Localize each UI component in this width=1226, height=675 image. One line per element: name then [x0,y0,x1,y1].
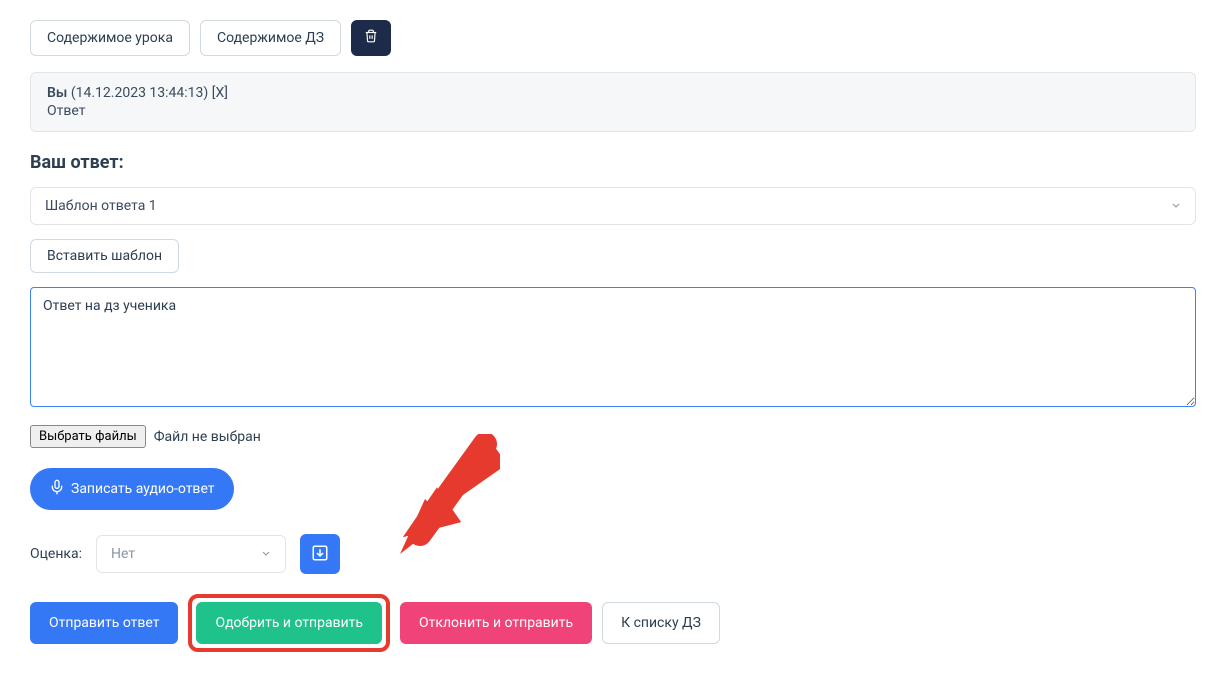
trash-icon [364,29,378,47]
message-author: Вы [47,85,67,101]
response-heading: Ваш ответ: [30,152,1196,173]
lesson-content-button[interactable]: Содержимое урока [30,20,190,56]
record-audio-label: Записать аудио-ответ [71,481,215,497]
send-answer-button[interactable]: Отправить ответ [30,602,178,644]
grade-label: Оценка: [30,546,82,562]
microphone-icon [49,479,65,499]
record-audio-button[interactable]: Записать аудио-ответ [30,468,234,510]
message-delete-marker[interactable]: [X] [212,85,228,101]
message-timestamp: (14.12.2023 13:44:13) [71,85,208,101]
action-row: Отправить ответ Одобрить и отправить Отк… [30,594,1196,652]
save-grade-button[interactable] [300,534,340,574]
template-select-wrap: Шаблон ответа 1 [30,187,1196,225]
highlight-annotation: Одобрить и отправить [188,594,390,652]
to-homework-list-button[interactable]: К списку ДЗ [602,602,720,644]
reject-send-button[interactable]: Отклонить и отправить [400,602,592,644]
top-toolbar: Содержимое урока Содержимое ДЗ [30,20,1196,56]
response-textarea[interactable] [30,287,1196,407]
delete-button[interactable] [351,20,391,56]
homework-content-button[interactable]: Содержимое ДЗ [200,20,341,56]
message-box: Вы (14.12.2023 13:44:13) [X] Ответ [30,72,1196,132]
arrow-annotation-icon [390,434,500,568]
file-status-text: Файл не выбран [154,429,261,445]
grade-row: Оценка: Нет [30,534,1196,574]
download-icon [311,544,329,565]
message-body: Ответ [47,103,1179,119]
choose-files-button[interactable]: Выбрать файлы [30,425,146,448]
insert-template-button[interactable]: Вставить шаблон [30,239,179,273]
approve-send-button[interactable]: Одобрить и отправить [196,602,382,644]
file-upload-row: Выбрать файлы Файл не выбран [30,425,1196,448]
grade-select[interactable]: Нет [96,535,286,573]
template-select[interactable]: Шаблон ответа 1 [30,187,1196,225]
